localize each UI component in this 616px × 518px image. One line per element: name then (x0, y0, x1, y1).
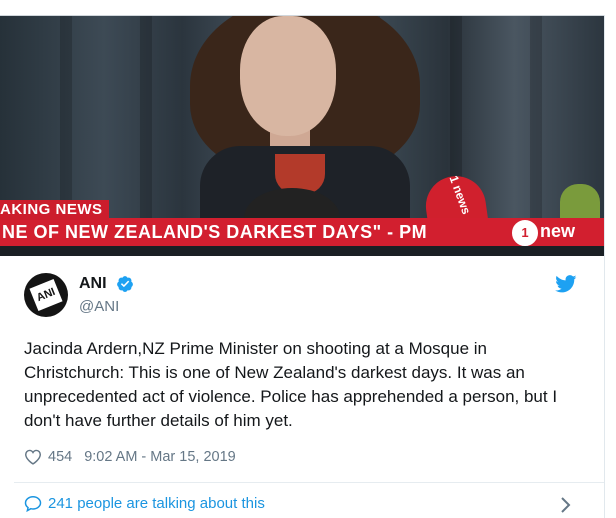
avatar-logo-text: ANI (29, 279, 63, 311)
divider (14, 482, 604, 483)
heart-icon[interactable] (24, 449, 42, 465)
conversation-link[interactable]: 241 people are talking about this (24, 495, 265, 512)
tweet-media-image[interactable]: 1 news AKING NEWS NE OF NEW ZEALAND'S DA… (0, 15, 604, 256)
embedded-tweet-card: 1 news AKING NEWS NE OF NEW ZEALAND'S DA… (0, 0, 616, 518)
tweet-text: Jacinda Ardern,NZ Prime Minister on shoo… (24, 339, 558, 430)
card-border (604, 15, 605, 518)
speech-bubble-icon (24, 495, 42, 512)
breaking-news-label: AKING NEWS (0, 200, 109, 220)
author-handle[interactable]: @ANI (79, 298, 119, 315)
news-headline: NE OF NEW ZEALAND'S DARKEST DAYS" - PM (2, 222, 428, 242)
chevron-right-icon[interactable] (560, 496, 572, 514)
like-count[interactable]: 454 (48, 449, 72, 465)
avatar[interactable]: ANI (24, 273, 68, 317)
person-face (240, 16, 336, 136)
talking-about-label: 241 people are talking about this (48, 495, 265, 512)
timestamp-link[interactable]: 9:02 AM - Mar 15, 2019 (84, 449, 236, 465)
channel-logo-number: 1 (512, 220, 538, 246)
channel-logo-text: new (540, 221, 576, 241)
ticker-bottom-strip (0, 246, 604, 256)
twitter-bird-icon[interactable] (555, 275, 577, 293)
tweet-meta: 454 9:02 AM - Mar 15, 2019 (24, 449, 236, 465)
author-name[interactable]: ANI (79, 275, 107, 293)
verified-badge-icon (117, 276, 133, 292)
